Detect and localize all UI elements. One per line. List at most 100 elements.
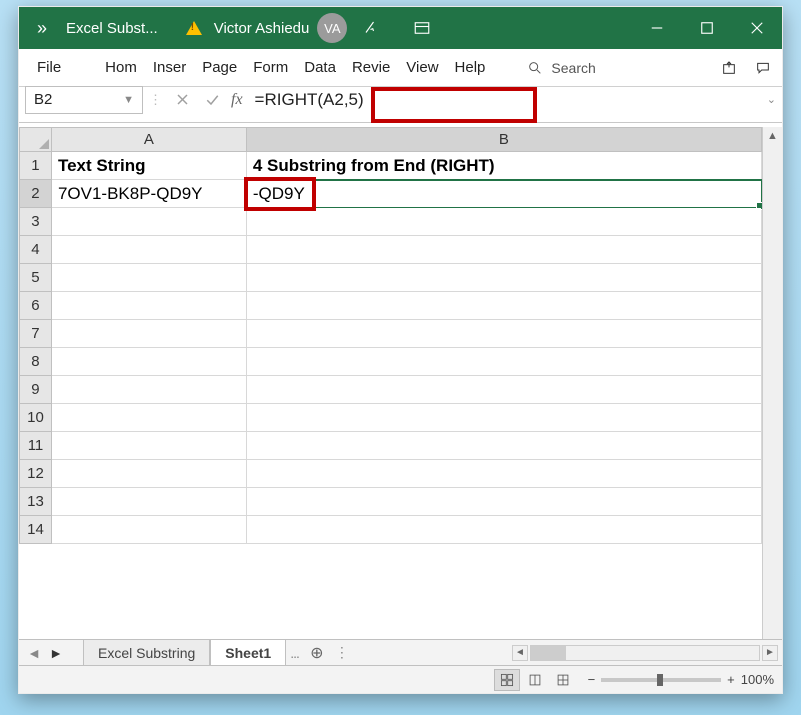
coming-soon-icon[interactable] [347, 7, 397, 49]
select-all-corner[interactable] [20, 128, 52, 152]
row-header-10[interactable]: 10 [20, 404, 52, 432]
cell-A12[interactable] [51, 460, 246, 488]
row-header-8[interactable]: 8 [20, 348, 52, 376]
cell-B12[interactable] [246, 460, 761, 488]
row-header-6[interactable]: 6 [20, 292, 52, 320]
cell-B3[interactable] [246, 208, 761, 236]
close-button[interactable] [732, 7, 782, 49]
cell-B5[interactable] [246, 264, 761, 292]
ribbon-display-icon[interactable] [397, 7, 447, 49]
row-header-11[interactable]: 11 [20, 432, 52, 460]
quick-access-more[interactable]: » [29, 18, 56, 39]
tab-nav-prev[interactable]: ◄ [23, 645, 45, 661]
tab-overflow[interactable]: ... [286, 645, 303, 661]
view-page-layout-button[interactable] [522, 669, 548, 691]
name-box[interactable]: B2 ▼ [25, 86, 143, 114]
menu-home[interactable]: Hom [97, 50, 145, 86]
cell-A1[interactable]: Text String [51, 152, 246, 180]
cell-B11[interactable] [246, 432, 761, 460]
row-header-13[interactable]: 13 [20, 488, 52, 516]
horizontal-scrollbar[interactable]: ◄ ► [512, 645, 778, 661]
cell-B4[interactable] [246, 236, 761, 264]
cell-B6[interactable] [246, 292, 761, 320]
vertical-scrollbar[interactable]: ▲ [762, 127, 782, 639]
formula-bar-grip[interactable]: ⋮ [149, 92, 161, 108]
cell-B13[interactable] [246, 488, 761, 516]
plus-icon: ⊕ [310, 643, 323, 663]
cell-B7[interactable] [246, 320, 761, 348]
menu-page-layout[interactable]: Page [194, 50, 245, 86]
menu-view[interactable]: View [398, 50, 446, 86]
zoom-out-button[interactable]: − [588, 672, 596, 687]
enter-formula-button[interactable] [197, 86, 227, 114]
col-header-A[interactable]: A [51, 128, 246, 152]
col-header-B[interactable]: B [246, 128, 761, 152]
zoom-control[interactable]: − + 100% [588, 672, 774, 687]
cell-A2[interactable]: 7OV1-BK8P-QD9Y [51, 180, 246, 208]
cancel-formula-button[interactable] [167, 86, 197, 114]
formula-input[interactable]: =RIGHT(A2,5) [247, 86, 763, 114]
scroll-up-icon[interactable]: ▲ [767, 130, 778, 148]
cell-A4[interactable] [51, 236, 246, 264]
row-header-7[interactable]: 7 [20, 320, 52, 348]
cell-A7[interactable] [51, 320, 246, 348]
menu-review[interactable]: Revie [344, 50, 398, 86]
zoom-in-button[interactable]: + [727, 672, 735, 687]
cell-A13[interactable] [51, 488, 246, 516]
row-header-5[interactable]: 5 [20, 264, 52, 292]
tell-me-search[interactable]: Search [521, 60, 601, 76]
zoom-slider[interactable] [601, 678, 721, 682]
tab-menu[interactable]: ⋮ [331, 644, 352, 661]
worksheet-area: A B 1 Text String 4 Substring from End (… [19, 127, 782, 639]
comments-button[interactable] [746, 53, 780, 83]
cell-B14[interactable] [246, 516, 761, 544]
fx-icon[interactable]: fx [227, 91, 247, 109]
row-header-2[interactable]: 2 [20, 180, 52, 208]
menu-file[interactable]: File [29, 50, 69, 86]
name-box-value: B2 [34, 91, 52, 108]
cell-A10[interactable] [51, 404, 246, 432]
formula-bar-expand-icon[interactable]: ⌄ [767, 93, 776, 106]
row-header-12[interactable]: 12 [20, 460, 52, 488]
sheet-tab-sheet1[interactable]: Sheet1 [210, 640, 286, 666]
zoom-knob[interactable] [657, 674, 663, 686]
menu-insert[interactable]: Inser [145, 50, 194, 86]
new-sheet-button[interactable]: ⊕ [303, 640, 331, 666]
hscroll-thumb[interactable] [531, 646, 566, 660]
row-header-4[interactable]: 4 [20, 236, 52, 264]
row-header-14[interactable]: 14 [20, 516, 52, 544]
hscroll-left-icon[interactable]: ◄ [512, 645, 528, 661]
cell-B2[interactable]: -QD9Y [246, 180, 761, 208]
menu-data[interactable]: Data [296, 50, 344, 86]
cell-A3[interactable] [51, 208, 246, 236]
zoom-level[interactable]: 100% [741, 672, 774, 687]
cell-A11[interactable] [51, 432, 246, 460]
cell-B10[interactable] [246, 404, 761, 432]
cell-A5[interactable] [51, 264, 246, 292]
sheet-table: A B 1 Text String 4 Substring from End (… [19, 127, 762, 544]
hscroll-right-icon[interactable]: ► [762, 645, 778, 661]
cell-A6[interactable] [51, 292, 246, 320]
cell-A9[interactable] [51, 376, 246, 404]
grid[interactable]: A B 1 Text String 4 Substring from End (… [19, 127, 762, 639]
row-header-3[interactable]: 3 [20, 208, 52, 236]
maximize-button[interactable] [682, 7, 732, 49]
cell-B9[interactable] [246, 376, 761, 404]
sheet-tab-excel-substring[interactable]: Excel Substring [83, 640, 210, 666]
user-avatar[interactable]: VA [317, 13, 347, 43]
cell-B1[interactable]: 4 Substring from End (RIGHT) [246, 152, 761, 180]
name-box-dropdown-icon[interactable]: ▼ [123, 94, 134, 106]
menu-formulas[interactable]: Form [245, 50, 296, 86]
row-header-9[interactable]: 9 [20, 376, 52, 404]
tab-nav-next[interactable]: ► [45, 645, 67, 661]
view-normal-button[interactable] [494, 669, 520, 691]
cell-A14[interactable] [51, 516, 246, 544]
row-header-1[interactable]: 1 [20, 152, 52, 180]
share-button[interactable] [712, 53, 746, 83]
cell-B8[interactable] [246, 348, 761, 376]
minimize-button[interactable] [632, 7, 682, 49]
search-label: Search [551, 60, 595, 76]
view-page-break-button[interactable] [550, 669, 576, 691]
cell-A8[interactable] [51, 348, 246, 376]
menu-help[interactable]: Help [447, 50, 494, 86]
